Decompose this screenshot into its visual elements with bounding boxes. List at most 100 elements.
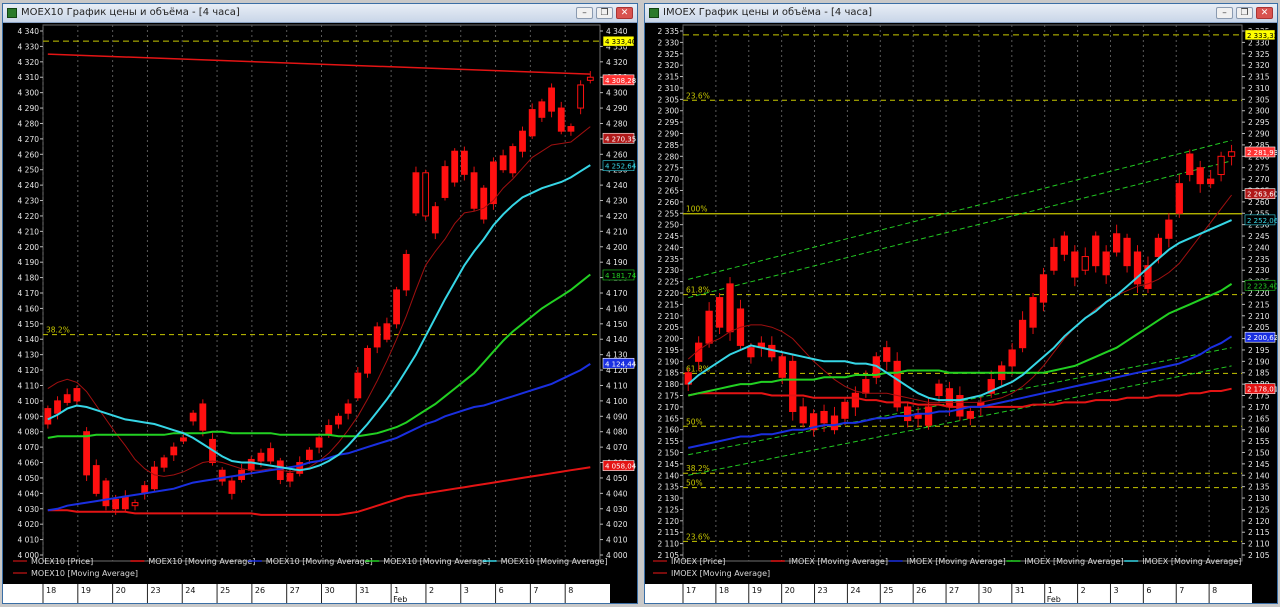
y-tick-label-left: 2 245 (658, 232, 680, 241)
minimize-icon[interactable]: – (576, 7, 593, 19)
restore-icon[interactable]: ❐ (596, 7, 613, 19)
x-tick-label: 2 (1081, 586, 1086, 595)
y-tick-label-left: 2 290 (658, 130, 680, 139)
y-tick-label-right: 4 080 (606, 428, 628, 437)
fib-level-label: 50% (686, 417, 703, 426)
candle-bear (1207, 178, 1215, 185)
y-tick-label-right: 2 185 (1248, 369, 1270, 378)
y-tick-label-left: 2 195 (658, 346, 680, 355)
y-tick-label-left: 4 040 (18, 489, 40, 498)
y-tick-label-left: 2 150 (658, 448, 680, 457)
candle-bear (747, 347, 755, 358)
window-titlebar[interactable]: MOEX10 График цены и объёма - [4 часа] –… (3, 4, 637, 23)
candle-bear (150, 466, 158, 490)
legend-label: IMOEX [Moving Average] (789, 557, 888, 566)
legend-label: MOEX10 [Moving Average] (266, 557, 373, 566)
candle-bear (63, 394, 71, 403)
y-tick-label-right: 2 145 (1248, 460, 1270, 469)
candle-bear (83, 431, 90, 476)
candle-bear (286, 472, 294, 482)
candle-bear (73, 388, 81, 402)
y-tick-label-left: 2 120 (658, 517, 680, 526)
y-tick-label-right: 4 020 (606, 520, 628, 529)
y-tick-label-left: 4 080 (18, 428, 40, 437)
moex10-chart[interactable]: 4 000 4 0004 010 4 0104 020 4 0204 030 4 030… (3, 23, 637, 603)
candle-bear (548, 87, 555, 112)
candle-bear (335, 415, 342, 425)
close-icon[interactable]: ✕ (1256, 7, 1273, 19)
legend-label: IMOEX [Moving Average] (907, 557, 1006, 566)
imoex-chart[interactable]: 2 105 2 1052 110 2 1102 115 2 1152 120 2 120… (645, 23, 1277, 603)
candle-bear (267, 448, 275, 462)
x-axis-strip (3, 584, 610, 603)
window-title: MOEX10 График цены и объёма - [4 часа] (21, 7, 240, 18)
price-label: 4 181,74 (605, 272, 637, 280)
y-tick-label-left: 2 190 (658, 357, 680, 366)
y-tick-label-left: 2 135 (658, 483, 680, 492)
y-tick-label-right: 2 205 (1248, 323, 1270, 332)
y-tick-label-left: 2 295 (658, 118, 680, 127)
candle-bear (557, 107, 565, 132)
fib-level-label: 100% (686, 205, 707, 214)
restore-icon[interactable]: ❐ (1236, 7, 1253, 19)
candle-bear (373, 326, 381, 348)
imoex-chart-window[interactable]: IMOEX График цены и объёма - [4 часа] – … (644, 3, 1278, 604)
x-tick-label: 30 (982, 586, 992, 595)
y-tick-label-right: 4 050 (606, 474, 628, 483)
y-tick-label-right: 4 090 (606, 412, 628, 421)
x-month-label: Feb (393, 595, 407, 603)
candle-bear (1123, 237, 1131, 267)
y-tick-label-right: 2 155 (1248, 437, 1270, 446)
y-tick-label-left: 2 260 (658, 198, 680, 207)
y-tick-label-left: 4 190 (18, 258, 40, 267)
y-tick-label-left: 4 050 (18, 474, 40, 483)
fib-level-label: 23.6% (686, 91, 710, 100)
candle-bear (935, 383, 943, 397)
x-tick-label: 3 (1113, 586, 1118, 595)
y-tick-label-left: 4 260 (18, 150, 40, 159)
x-tick-label: 6 (499, 586, 504, 595)
x-tick-label: 23 (818, 586, 828, 595)
window-titlebar[interactable]: IMOEX График цены и объёма - [4 часа] – … (645, 4, 1277, 23)
candle-bear (904, 406, 912, 422)
y-tick-label-left: 4 280 (18, 119, 40, 128)
y-tick-label-left: 4 320 (18, 58, 40, 67)
candle-bear (851, 392, 860, 408)
candle-bear (460, 150, 468, 175)
y-tick-label-left: 4 300 (18, 89, 40, 98)
close-icon[interactable]: ✕ (616, 7, 633, 19)
y-tick-label-right: 2 130 (1248, 494, 1270, 503)
y-tick-label-right: 2 170 (1248, 403, 1270, 412)
x-tick-label: 24 (850, 586, 860, 595)
candle-bear (1196, 167, 1204, 185)
x-month-label: Feb (1047, 595, 1061, 603)
y-tick-label-right: 4 190 (606, 258, 628, 267)
y-tick-label-right: 2 300 (1248, 107, 1270, 116)
moving-average-line (687, 194, 1232, 403)
y-tick-label-right: 2 235 (1248, 255, 1270, 264)
candle-bear (841, 401, 849, 419)
y-tick-label-left: 2 170 (658, 403, 680, 412)
x-tick-label: 31 (359, 586, 369, 595)
y-tick-label-left: 2 325 (658, 50, 680, 59)
y-tick-label-right: 2 240 (1248, 243, 1270, 252)
y-tick-label-right: 2 275 (1248, 164, 1270, 173)
price-label: 4 270,35 (605, 135, 636, 143)
y-tick-label-left: 4 210 (18, 227, 40, 236)
candle-bear (412, 172, 420, 214)
y-tick-label-right: 4 140 (606, 335, 628, 344)
y-tick-label-left: 2 110 (658, 540, 680, 549)
candle-bear (480, 187, 488, 220)
candle-bear (567, 126, 575, 132)
legend-label: MOEX10 [Moving Average] (31, 569, 138, 578)
candle-bear (1112, 233, 1121, 253)
candle-bear (1008, 349, 1016, 367)
x-tick-label: 7 (1179, 586, 1184, 595)
candle-bear (431, 206, 439, 234)
y-tick-label-left: 4 070 (18, 443, 40, 452)
minimize-icon[interactable]: – (1216, 7, 1233, 19)
moex10-chart-window[interactable]: MOEX10 График цены и объёма - [4 часа] –… (2, 3, 638, 604)
x-tick-label: 8 (568, 586, 573, 595)
y-tick-label-left: 2 215 (658, 300, 680, 309)
candle-bear (315, 437, 323, 448)
